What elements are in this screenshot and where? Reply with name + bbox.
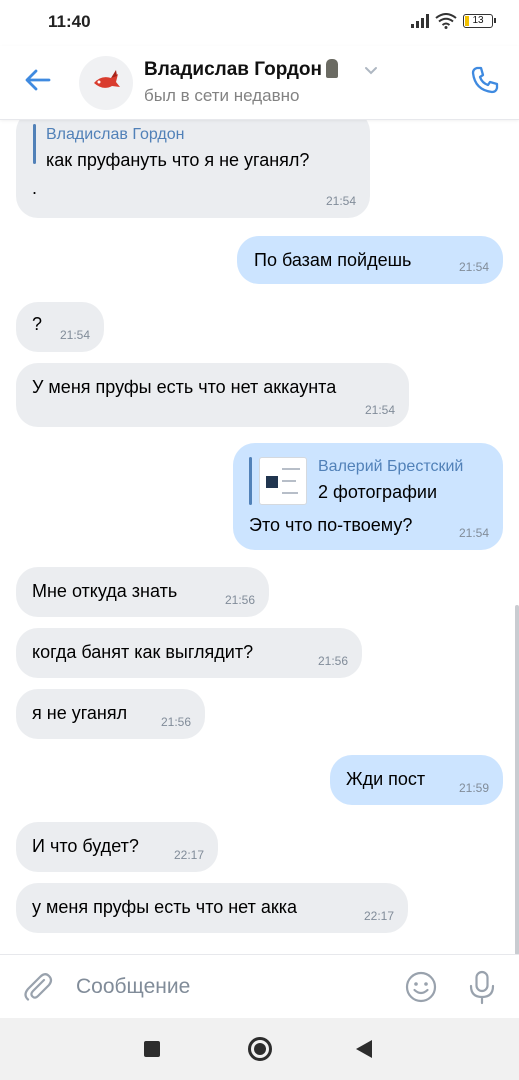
message-time: 21:59 bbox=[458, 781, 489, 795]
message-incoming[interactable]: когда банят как выглядит? 21:56 bbox=[16, 628, 362, 678]
message-time: 21:56 bbox=[224, 593, 255, 607]
message-text: По базам пойдешь bbox=[254, 250, 412, 270]
message-time: 21:54 bbox=[325, 194, 356, 208]
reply-text: как пруфануть что я не уганял? bbox=[46, 150, 310, 170]
message-outgoing[interactable]: Жди пост 21:59 bbox=[330, 755, 503, 805]
message-incoming[interactable]: у меня пруфы есть что нет акка 22:17 bbox=[16, 883, 408, 933]
message-text: Мне откуда знать bbox=[32, 581, 178, 601]
message-outgoing[interactable]: По базам пойдешь 21:54 bbox=[237, 236, 503, 284]
message-time: 21:54 bbox=[59, 328, 90, 342]
signal-icon bbox=[411, 14, 429, 28]
message-text: . bbox=[32, 178, 38, 198]
status-bar: 11:40 13 bbox=[0, 0, 519, 46]
contact-status: был в сети недавно bbox=[144, 86, 300, 105]
scrollbar[interactable] bbox=[515, 605, 519, 954]
chevron-down-icon[interactable] bbox=[364, 66, 378, 76]
photo-thumbnail[interactable] bbox=[259, 457, 307, 505]
message-time: 21:54 bbox=[458, 526, 489, 540]
message-outgoing[interactable]: Валерий Брестский 2 фотографии Это что п… bbox=[233, 443, 503, 550]
message-time: 21:54 bbox=[458, 260, 489, 274]
message-text: Это что по-твоему? bbox=[249, 515, 413, 535]
battery-icon: 13 bbox=[463, 14, 496, 28]
nav-back-icon[interactable] bbox=[356, 1040, 372, 1058]
message-incoming[interactable]: Мне откуда знать 21:56 bbox=[16, 567, 269, 617]
paperclip-icon[interactable] bbox=[22, 971, 54, 1003]
message-incoming[interactable]: И что будет? 22:17 bbox=[16, 822, 218, 872]
message-input[interactable] bbox=[66, 967, 386, 1007]
message-time: 21:54 bbox=[364, 403, 395, 417]
message-list[interactable]: Владислав Гордон как пруфануть что я не … bbox=[0, 120, 519, 954]
message-incoming[interactable]: Владислав Гордон как пруфануть что я не … bbox=[16, 120, 370, 218]
message-text: И что будет? bbox=[32, 836, 139, 856]
system-nav-bar bbox=[0, 1018, 519, 1080]
status-icons: 13 bbox=[411, 13, 496, 29]
message-text: я не уганял bbox=[32, 703, 128, 723]
message-time: 22:17 bbox=[363, 909, 394, 923]
message-time: 21:56 bbox=[317, 654, 348, 668]
message-text: у меня пруфы есть что нет акка bbox=[32, 897, 298, 917]
message-composer bbox=[0, 954, 519, 1018]
avatar[interactable] bbox=[79, 56, 133, 110]
moai-emoji-icon bbox=[325, 59, 338, 78]
message-time: 21:56 bbox=[160, 715, 191, 729]
reply-quote-bar bbox=[249, 457, 252, 505]
fish-avatar-icon bbox=[94, 70, 120, 88]
reply-quote-bar bbox=[33, 124, 36, 164]
chat-header: Владислав Гордон был в сети недавно bbox=[0, 46, 519, 120]
microphone-icon[interactable] bbox=[466, 969, 498, 1005]
recent-apps-icon[interactable] bbox=[144, 1041, 160, 1057]
message-text: ? bbox=[32, 314, 43, 334]
battery-level: 13 bbox=[472, 15, 484, 26]
message-text: когда банят как выглядит? bbox=[32, 642, 254, 662]
smiley-icon[interactable] bbox=[404, 970, 438, 1004]
reply-text: 2 фотографии bbox=[318, 482, 437, 502]
message-incoming[interactable]: я не уганял 21:56 bbox=[16, 689, 205, 739]
contact-name[interactable]: Владислав Гордон bbox=[144, 59, 338, 81]
reply-author: Владислав Гордон bbox=[46, 126, 185, 143]
message-incoming[interactable]: ? 21:54 bbox=[16, 302, 104, 352]
message-time: 22:17 bbox=[173, 848, 204, 862]
message-text: Жди пост bbox=[346, 769, 426, 789]
reply-author: Валерий Брестский bbox=[318, 458, 464, 475]
phone-icon[interactable] bbox=[469, 64, 501, 96]
contact-name-text: Владислав Гордон bbox=[144, 59, 322, 80]
wifi-icon bbox=[435, 13, 457, 29]
home-icon[interactable] bbox=[248, 1037, 272, 1061]
arrow-left-icon[interactable] bbox=[22, 64, 54, 96]
status-time: 11:40 bbox=[48, 12, 91, 31]
message-text: У меня пруфы есть что нет аккаунта bbox=[32, 377, 337, 397]
message-incoming[interactable]: У меня пруфы есть что нет аккаунта 21:54 bbox=[16, 363, 409, 427]
